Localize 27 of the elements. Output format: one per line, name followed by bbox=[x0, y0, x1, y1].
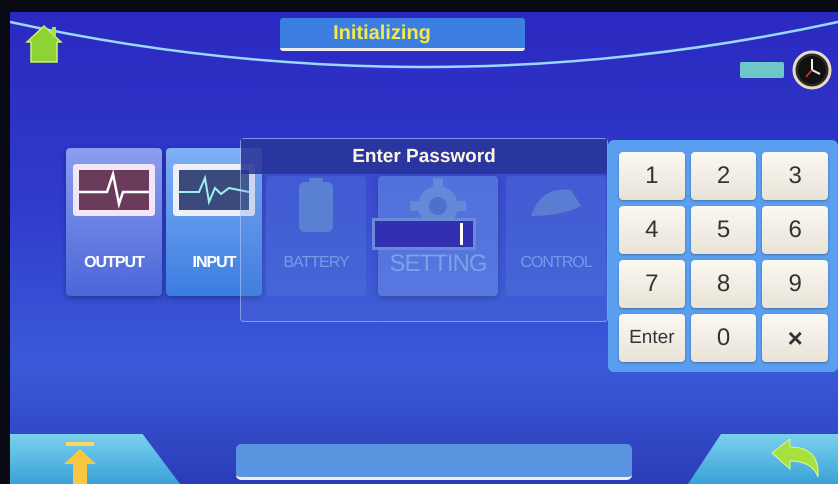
enter-key[interactable]: Enter bbox=[619, 314, 685, 362]
menu-label: OUTPUT bbox=[84, 254, 144, 272]
menu-tile[interactable]: INPUT bbox=[166, 148, 262, 296]
header-title: Initializing bbox=[280, 18, 524, 51]
home-icon[interactable] bbox=[24, 22, 64, 64]
digit-key[interactable]: 3 bbox=[762, 152, 828, 200]
status-indicator bbox=[740, 62, 784, 78]
digit-key[interactable]: 2 bbox=[690, 152, 756, 200]
digit-key[interactable]: 7 bbox=[619, 260, 685, 308]
digit-key[interactable]: 6 bbox=[762, 206, 828, 254]
menu-label: BATTERY bbox=[283, 254, 349, 272]
menu-label: INPUT bbox=[192, 254, 236, 272]
password-field[interactable] bbox=[372, 218, 476, 250]
digit-key[interactable]: 8 bbox=[690, 260, 756, 308]
clock-icon[interactable] bbox=[792, 50, 832, 90]
digit-key[interactable]: 5 bbox=[690, 206, 756, 254]
digit-key[interactable]: 0 bbox=[690, 314, 756, 362]
dialog-title: Enter Password bbox=[241, 139, 607, 174]
digit-key[interactable]: 1 bbox=[619, 152, 685, 200]
top-button[interactable] bbox=[10, 434, 180, 484]
menu-label: CONTROL bbox=[520, 254, 592, 272]
digit-key[interactable]: 9 bbox=[762, 260, 828, 308]
back-button[interactable] bbox=[688, 434, 838, 484]
digit-key[interactable]: 4 bbox=[619, 206, 685, 254]
menu-tile[interactable]: OUTPUT bbox=[66, 148, 162, 296]
arrow-to-top-icon bbox=[62, 442, 98, 484]
clear-key[interactable]: × bbox=[762, 314, 828, 362]
